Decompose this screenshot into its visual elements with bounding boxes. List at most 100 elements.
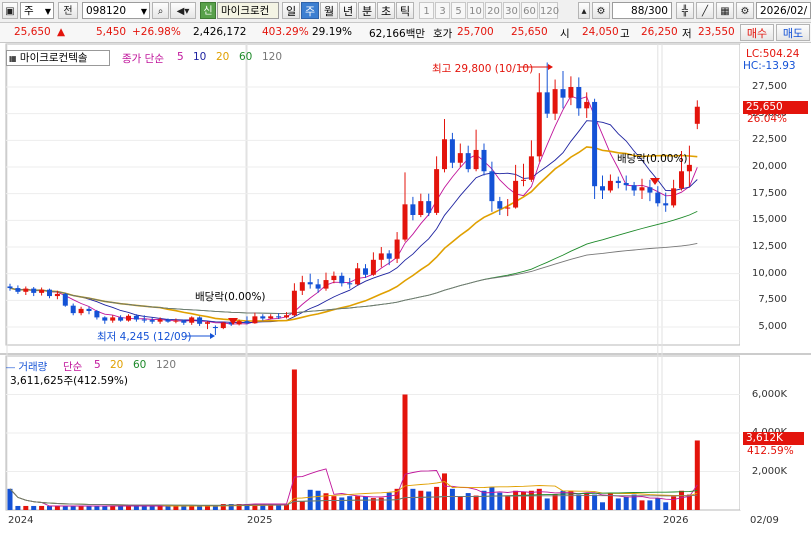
candle-body (173, 320, 179, 322)
volume-ma-legend-5[interactable]: 5 (94, 359, 101, 371)
volume-value: 2,426,172 (193, 26, 247, 38)
volume-bar (418, 490, 424, 510)
candle-body (363, 268, 368, 275)
price-tick-label: 20,000 (752, 161, 787, 172)
interval-button-20[interactable]: 20 (485, 2, 502, 19)
ma-legend-10[interactable]: 10 (193, 51, 206, 63)
volume-bar (189, 505, 195, 510)
period-tab-0[interactable]: 일 (282, 2, 300, 19)
candle-body (355, 268, 361, 285)
bid-label: 호가 (433, 28, 453, 40)
volume-bar (126, 505, 131, 510)
volume-tick-label: 6,000K (751, 388, 787, 400)
candle-body (141, 319, 147, 321)
volume-ma-legend-60[interactable]: 60 (133, 359, 146, 371)
volume-bar (426, 491, 432, 510)
volume-ma-title: 단순 (63, 361, 83, 373)
interval-button-5[interactable]: 5 (451, 2, 466, 19)
chart-canvas[interactable] (0, 42, 811, 533)
gear-icon[interactable]: ⚙ (736, 2, 754, 19)
period-tab-3[interactable]: 년 (339, 2, 357, 19)
price-change: 5,450 (96, 26, 127, 38)
interval-button-120[interactable]: 120 (539, 2, 559, 19)
current-volume-tag: 3,612K (743, 432, 804, 445)
candle-body (315, 284, 321, 289)
period-tab-6[interactable]: 틱 (396, 2, 414, 19)
volume-bar (481, 490, 487, 510)
low-annotation: 최저 4,245 (12/09) (97, 331, 192, 343)
indicator-icon[interactable]: ╱ (696, 2, 714, 19)
candle-body (679, 171, 684, 189)
candle-body (260, 316, 266, 319)
chart-tools-icon[interactable]: ╬ (676, 2, 694, 19)
volume-bar (39, 505, 45, 510)
volume-panel-header[interactable]: ― 거래량 (6, 359, 47, 374)
settings-small-icon[interactable]: ⚙ (592, 2, 610, 19)
stock-name-field[interactable]: 마이크로컨 (217, 2, 279, 19)
market-select[interactable]: 주 ▼ (20, 2, 54, 19)
volume-ma-legend-20[interactable]: 20 (110, 359, 123, 371)
price-panel-header[interactable]: ▦ 마이크로컨텍솔 (6, 50, 110, 66)
candle-body (110, 317, 116, 321)
count-field[interactable]: 88/300 (612, 2, 672, 19)
candle-body (528, 156, 534, 180)
toolbar: ▣ 주 ▼ 전 098120 ▼ ⌕ ◀▾ 신 마이크로컨 일주월년분초틱 1351… (0, 0, 811, 23)
volume-ma-legend-120[interactable]: 120 (156, 359, 176, 371)
stock-code-value: 098120 (86, 5, 127, 17)
volume-bar (615, 498, 621, 510)
interval-button-30[interactable]: 30 (503, 2, 520, 19)
date-field[interactable]: 2026/02/ (756, 2, 811, 19)
volume-bar (679, 490, 684, 510)
interval-button-60[interactable]: 60 (521, 2, 538, 19)
ma-legend-20[interactable]: 20 (216, 51, 229, 63)
volume-title: 거래량 (18, 361, 48, 373)
volume-bar (592, 494, 598, 510)
stock-code-input[interactable]: 098120 ▼ (82, 2, 150, 19)
candle-body (457, 153, 463, 163)
ma-legend-5[interactable]: 5 (177, 51, 184, 63)
ma-legend-120[interactable]: 120 (262, 51, 282, 63)
change-percent: +26.98% (132, 26, 181, 38)
buy-button[interactable]: 매수 (740, 24, 774, 41)
volume-bar (513, 490, 519, 510)
candle-body (181, 320, 187, 323)
period-tab-2[interactable]: 월 (320, 2, 338, 19)
up-arrow-icon: ▲ (57, 26, 66, 38)
volume-bar (7, 488, 13, 510)
volume-bar (291, 369, 297, 510)
volume-bar (347, 496, 353, 510)
window-icon[interactable]: ▣ (2, 2, 18, 19)
period-tab-4[interactable]: 분 (358, 2, 376, 19)
volume-bar (165, 505, 171, 510)
year-label: 2026 (663, 515, 689, 526)
candle-body (615, 180, 621, 183)
volume-bar (544, 498, 550, 510)
board-button[interactable]: 전 (58, 2, 78, 19)
candle-body (378, 253, 384, 260)
sell-button[interactable]: 매도 (776, 24, 810, 41)
interval-button-10[interactable]: 10 (467, 2, 484, 19)
volume-bar (363, 496, 368, 510)
price-tick-label: 10,000 (752, 267, 787, 279)
candle-body (23, 288, 29, 292)
volume-bar (473, 495, 479, 510)
period-tab-5[interactable]: 초 (377, 2, 395, 19)
price-tick-label: 5,000 (758, 321, 787, 332)
ma-legend-60[interactable]: 60 (239, 51, 252, 63)
interval-button-1[interactable]: 1 (419, 2, 434, 19)
search-icon[interactable]: ⌕ (152, 2, 169, 19)
year-label: 2025 (247, 515, 273, 526)
speaker-icon[interactable]: ◀▾ (170, 2, 196, 19)
trade-amount: 62,166백만 (369, 28, 426, 40)
volume-bar (54, 505, 60, 510)
candle-body (623, 183, 629, 186)
layout-icon[interactable]: ▦ (716, 2, 734, 19)
interval-button-3[interactable]: 3 (435, 2, 450, 19)
stepper-up-icon[interactable]: ▴ (578, 2, 590, 19)
candle-body (544, 92, 550, 114)
period-tab-1[interactable]: 주 (301, 2, 319, 19)
volume-bar (402, 394, 408, 510)
candle-body (536, 92, 542, 157)
year-label: 2024 (8, 515, 34, 526)
candle-body (394, 239, 400, 259)
